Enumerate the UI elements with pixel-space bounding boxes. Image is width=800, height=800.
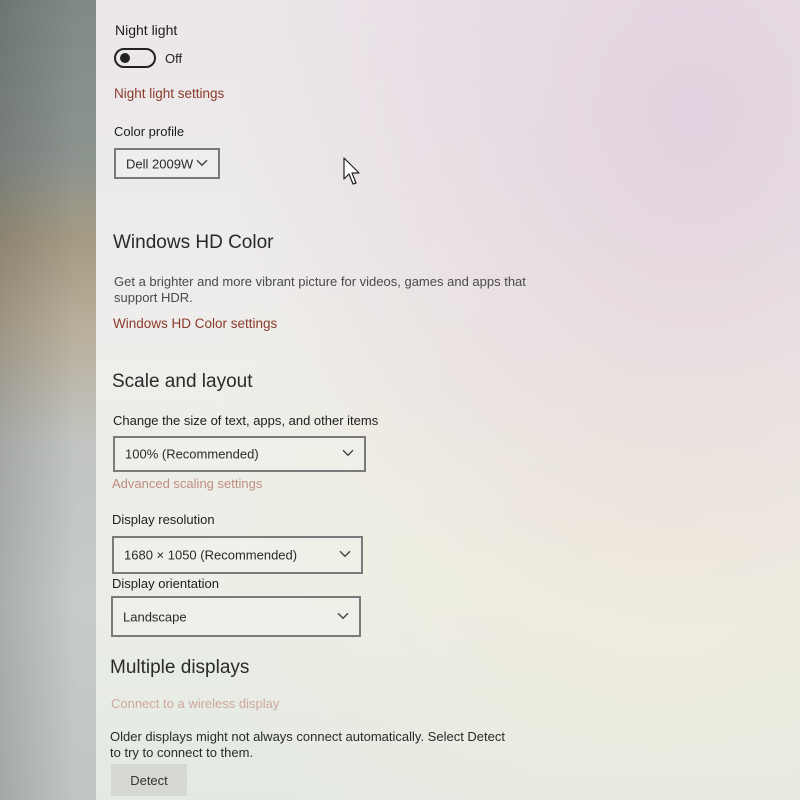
scale-label: Change the size of text, apps, and other… [113,413,379,428]
multiple-displays-description: Older displays might not always connect … [110,729,505,760]
night-light-toggle[interactable] [114,48,156,68]
scale-dropdown[interactable]: 100% (Recommended) [113,436,366,472]
resolution-dropdown[interactable]: 1680 × 1050 (Recommended) [112,536,363,574]
mouse-pointer-icon [343,157,360,185]
night-light-settings-link[interactable]: Night light settings [114,86,224,101]
chevron-down-icon [342,449,354,457]
resolution-label: Display resolution [112,512,215,527]
scale-value: 100% (Recommended) [125,446,259,462]
wireless-display-link[interactable]: Connect to a wireless display [111,696,279,711]
color-profile-label: Color profile [114,124,185,139]
orientation-dropdown[interactable]: Landscape [111,596,361,637]
night-light-state: Off [165,51,183,66]
hd-color-description: Get a brighter and more vibrant picture … [114,274,526,305]
hd-color-heading: Windows HD Color [113,232,274,253]
advanced-scaling-link[interactable]: Advanced scaling settings [112,476,262,491]
chevron-down-icon [337,612,349,619]
orientation-value: Landscape [123,609,187,624]
toggle-knob [120,53,130,63]
detect-button[interactable]: Detect [111,764,187,796]
scale-layout-heading: Scale and layout [112,371,253,392]
chevron-down-icon [196,159,208,166]
night-light-label: Night light [115,22,178,38]
settings-screen [96,0,800,800]
chevron-down-icon [339,550,351,558]
bezel-shadow [0,0,96,800]
color-profile-value: Dell 2009W [126,156,194,171]
resolution-value: 1680 × 1050 (Recommended) [124,547,298,563]
multiple-displays-heading: Multiple displays [110,657,250,678]
hd-color-settings-link[interactable]: Windows HD Color settings [113,316,277,331]
color-profile-dropdown[interactable]: Dell 2009W [114,148,220,179]
orientation-label: Display orientation [112,576,219,591]
